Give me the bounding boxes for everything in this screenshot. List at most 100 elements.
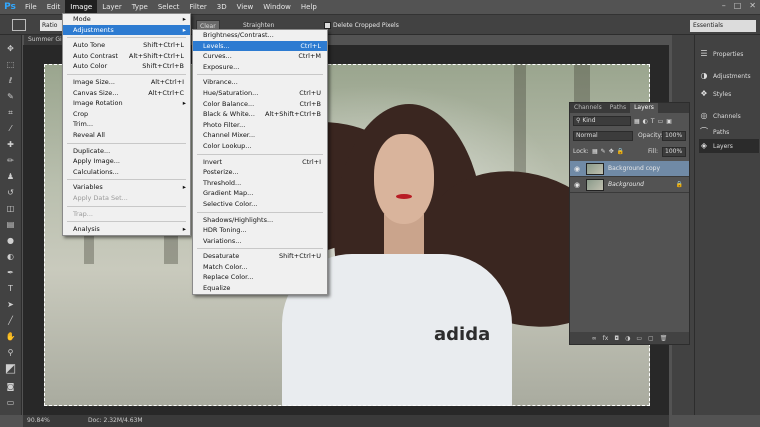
menu-edit[interactable]: Edit	[42, 0, 66, 14]
menu-window[interactable]: Window	[258, 0, 296, 14]
crop-tool-icon[interactable]	[12, 19, 26, 31]
fill-input[interactable]: 100%	[662, 147, 686, 157]
dodge-tool-icon[interactable]: ◐	[4, 251, 17, 262]
eraser-tool-icon[interactable]: ◫	[4, 203, 17, 214]
menu-item-crop[interactable]: Crop	[63, 109, 190, 120]
layer-row-background-copy[interactable]: ◉ Background copy	[570, 161, 689, 177]
lock-icons[interactable]: ▦✎✥🔒	[592, 146, 627, 157]
menu-item-reveal-all[interactable]: Reveal All	[63, 130, 190, 141]
adjust-item-hue-saturation[interactable]: Hue/Saturation... Ctrl+U	[193, 88, 327, 99]
menu-item-analysis[interactable]: Analysis ▸	[63, 224, 190, 235]
panel-paths[interactable]: ⌒ Paths	[699, 125, 759, 139]
panel-properties[interactable]: ☰ Properties	[699, 47, 759, 61]
tab-layers[interactable]: Layers	[630, 103, 658, 113]
history-brush-icon[interactable]: ↺	[4, 187, 17, 198]
adjust-item-selective-color[interactable]: Selective Color...	[193, 199, 327, 210]
blur-tool-icon[interactable]: ●	[4, 235, 17, 246]
crop-icon[interactable]: ⌗	[4, 107, 17, 118]
adjust-item-equalize[interactable]: Equalize	[193, 283, 327, 294]
adjust-item-vibrance[interactable]: Vibrance...	[193, 77, 327, 88]
zoom-level[interactable]: 90.84%	[27, 415, 50, 427]
eyedropper-tool-icon[interactable]: ⁄	[4, 123, 17, 134]
panel-layers[interactable]: ◈ Layers	[699, 139, 759, 153]
menu-image[interactable]: Image	[65, 0, 98, 14]
adjust-item-invert[interactable]: Invert Ctrl+I	[193, 157, 327, 168]
menu-item-apply-image[interactable]: Apply Image...	[63, 156, 190, 167]
adjust-item-threshold[interactable]: Threshold...	[193, 178, 327, 189]
panel-channels[interactable]: ◎ Channels	[699, 109, 759, 123]
menu-3d[interactable]: 3D	[212, 0, 232, 14]
panel-adjustments[interactable]: ◑ Adjustments	[699, 69, 759, 83]
menu-item-image-rotation[interactable]: Image Rotation ▸	[63, 98, 190, 109]
menu-item-auto-tone[interactable]: Auto Tone Shift+Ctrl+L	[63, 40, 190, 51]
adjust-item-shadows-highlights[interactable]: Shadows/Highlights...	[193, 215, 327, 226]
close-icon[interactable]: ✕	[749, 1, 756, 10]
color-swatch-icon[interactable]: ◩	[4, 362, 17, 374]
minimize-icon[interactable]: –	[722, 1, 726, 10]
type-tool-icon[interactable]: T	[4, 283, 17, 294]
adjustment-layer-icon[interactable]: ◑	[625, 335, 630, 342]
adjust-item-black-white[interactable]: Black & White... Alt+Shift+Ctrl+B	[193, 109, 327, 120]
filter-icons[interactable]: ▦◐T▭▣	[634, 116, 675, 127]
delete-cropped-checkbox[interactable]	[324, 22, 331, 29]
healing-tool-icon[interactable]: ✚	[4, 139, 17, 150]
lasso-tool-icon[interactable]: ℓ	[4, 75, 17, 86]
tab-channels[interactable]: Channels	[570, 103, 606, 113]
stamp-tool-icon[interactable]: ♟	[4, 171, 17, 182]
adjust-item-posterize[interactable]: Posterize...	[193, 167, 327, 178]
gradient-tool-icon[interactable]: ▤	[4, 219, 17, 230]
adjust-item-exposure[interactable]: Exposure...	[193, 62, 327, 73]
mask-icon[interactable]: ◘	[614, 335, 619, 342]
adjust-item-color-lookup[interactable]: Color Lookup...	[193, 141, 327, 152]
menu-item-variables[interactable]: Variables ▸	[63, 182, 190, 193]
opacity-input[interactable]: 100%	[662, 131, 686, 141]
zoom-tool-icon[interactable]: ⚲	[4, 347, 17, 358]
adjust-item-brightness-contrast[interactable]: Brightness/Contrast...	[193, 30, 327, 41]
menu-item-duplicate[interactable]: Duplicate...	[63, 146, 190, 157]
menu-type[interactable]: Type	[127, 0, 153, 14]
adjust-item-photo-filter[interactable]: Photo Filter...	[193, 120, 327, 131]
adjust-item-levels[interactable]: Levels... Ctrl+L	[193, 40, 327, 52]
screen-mode-icon[interactable]: ▭	[4, 397, 17, 408]
adjust-item-match-color[interactable]: Match Color...	[193, 262, 327, 273]
kind-filter-select[interactable]: ⚲ Kind	[573, 116, 631, 126]
menu-select[interactable]: Select	[153, 0, 185, 14]
workspace-select[interactable]: Essentials	[690, 20, 756, 32]
link-icon[interactable]: ∞	[592, 335, 597, 342]
menu-item-calculations[interactable]: Calculations...	[63, 167, 190, 178]
path-select-tool-icon[interactable]: ➤	[4, 299, 17, 310]
adjust-item-hdr-toning[interactable]: HDR Toning...	[193, 225, 327, 236]
adjust-item-curves[interactable]: Curves... Ctrl+M	[193, 51, 327, 62]
menu-item-canvas-size[interactable]: Canvas Size... Alt+Ctrl+C	[63, 88, 190, 99]
pen-tool-icon[interactable]: ✒	[4, 267, 17, 278]
move-tool-icon[interactable]: ✥	[4, 43, 17, 54]
new-layer-icon[interactable]: ▢	[648, 335, 654, 342]
maximize-icon[interactable]: □	[734, 1, 742, 10]
tab-paths[interactable]: Paths	[606, 103, 630, 113]
marquee-tool-icon[interactable]: ⬚	[4, 59, 17, 70]
menu-item-auto-color[interactable]: Auto Color Shift+Ctrl+B	[63, 61, 190, 72]
fx-icon[interactable]: fx	[603, 335, 609, 342]
menu-file[interactable]: File	[20, 0, 42, 14]
menu-help[interactable]: Help	[296, 0, 322, 14]
eye-icon[interactable]: ◉	[570, 165, 584, 173]
panel-styles[interactable]: ❖ Styles	[699, 87, 759, 101]
quick-select-tool-icon[interactable]: ✎	[4, 91, 17, 102]
adjust-item-color-balance[interactable]: Color Balance... Ctrl+B	[193, 99, 327, 110]
quick-mask-icon[interactable]: ◙	[4, 381, 17, 392]
menu-item-image-size[interactable]: Image Size... Alt+Ctrl+I	[63, 77, 190, 88]
menu-item-mode[interactable]: Mode ▸	[63, 14, 190, 25]
ratio-select[interactable]: Ratio	[40, 20, 62, 31]
group-icon[interactable]: ▭	[636, 335, 642, 342]
brush-tool-icon[interactable]: ✏	[4, 155, 17, 166]
hand-tool-icon[interactable]: ✋	[4, 331, 17, 342]
shape-tool-icon[interactable]: ╱	[4, 315, 17, 326]
menu-filter[interactable]: Filter	[184, 0, 211, 14]
eye-icon[interactable]: ◉	[570, 181, 584, 189]
trash-icon[interactable]: 🗑	[660, 335, 668, 342]
adjust-item-gradient-map[interactable]: Gradient Map...	[193, 188, 327, 199]
adjust-item-variations[interactable]: Variations...	[193, 236, 327, 247]
blend-mode-select[interactable]: Normal	[573, 131, 633, 141]
menu-item-adjustments[interactable]: Adjustments ▸	[63, 24, 190, 36]
menu-layer[interactable]: Layer	[97, 0, 127, 14]
